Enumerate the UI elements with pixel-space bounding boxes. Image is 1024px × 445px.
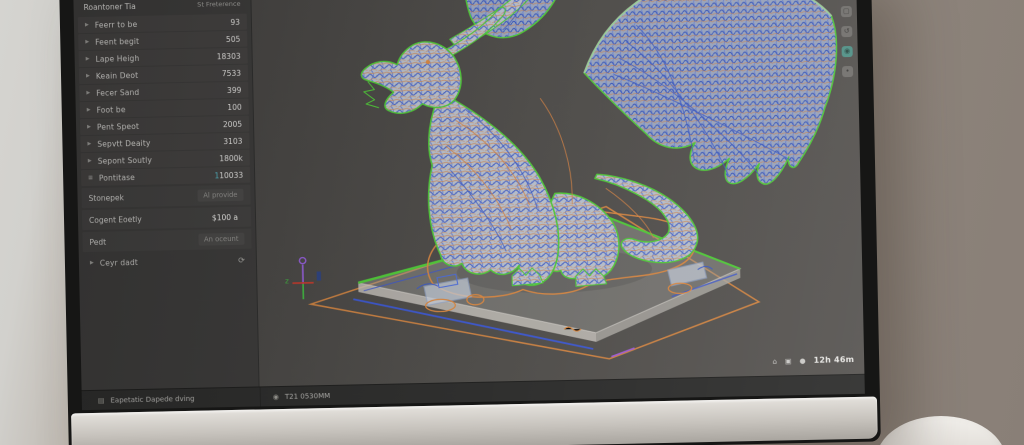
print-estimate-cluster: ⌂ ▣ ● 12h 46m bbox=[772, 355, 854, 366]
chevron-right-icon[interactable]: ▶ bbox=[85, 21, 89, 27]
status-middle: ◉ T21 0530MM bbox=[259, 385, 331, 407]
settings-sidebar: Aoudig Dassi Roantoner Tia St Freterence… bbox=[73, 0, 260, 391]
orbit-tool-icon[interactable]: ↺ bbox=[841, 25, 853, 38]
preference-link[interactable]: St Freterence bbox=[197, 0, 240, 9]
sidebar-title: Roantoner Tia bbox=[83, 1, 136, 12]
setting-group-row[interactable]: Stonepek Al provide bbox=[81, 184, 251, 209]
grid-icon: ▦ bbox=[88, 174, 93, 181]
photo-scene: Aoudig Dassi Roantoner Tia St Freterence… bbox=[0, 0, 1024, 445]
setting-label: Sepvtt Deaity bbox=[97, 138, 151, 149]
chevron-right-icon[interactable]: ▶ bbox=[87, 106, 91, 112]
setting-label: Fecer Sand bbox=[96, 87, 140, 98]
chevron-right-icon[interactable]: ▶ bbox=[90, 259, 94, 265]
group-value-button[interactable]: An oceunt bbox=[197, 232, 245, 246]
chevron-right-icon[interactable]: ▶ bbox=[88, 157, 92, 163]
status-left: ▤ Eapetatic Dapede dving bbox=[82, 393, 260, 405]
chevron-right-icon[interactable]: ▶ bbox=[86, 89, 90, 95]
setting-label: Feerr to be bbox=[94, 19, 138, 30]
setting-value[interactable]: 18303 bbox=[217, 51, 241, 60]
footer-label: Ceyr dadt bbox=[99, 257, 139, 268]
setting-row[interactable]: ▦ Pontitase 110033 bbox=[80, 166, 251, 187]
svg-text:z: z bbox=[285, 276, 289, 285]
more-tool-icon[interactable]: • bbox=[841, 65, 854, 78]
home-icon[interactable]: ⌂ bbox=[772, 357, 777, 365]
group-value-button[interactable]: Al provide bbox=[197, 188, 244, 202]
viewport-canvas[interactable]: z bbox=[251, 0, 864, 386]
dot-icon[interactable]: ● bbox=[799, 357, 805, 365]
group-label: Cogent Eoetly bbox=[88, 214, 142, 225]
setting-value[interactable]: 1800k bbox=[219, 153, 243, 162]
slicer-app-window: Aoudig Dassi Roantoner Tia St Freterence… bbox=[73, 0, 865, 411]
group-label: Pedt bbox=[89, 237, 107, 247]
filament-usage-text: T21 0530MM bbox=[284, 391, 331, 401]
monitor: Aoudig Dassi Roantoner Tia St Freterence… bbox=[59, 0, 881, 445]
setting-group-row[interactable]: Pedt An oceunt bbox=[82, 228, 252, 253]
menu-icon[interactable]: ▤ bbox=[98, 396, 105, 404]
status-left-text: Eapetatic Dapede dving bbox=[110, 394, 195, 405]
viewport-toolbar: ▢ ↺ ◉ • bbox=[840, 5, 854, 78]
filament-spool-icon: ◉ bbox=[272, 392, 279, 401]
group-label: Stonepek bbox=[88, 192, 125, 203]
chevron-right-icon[interactable]: ▶ bbox=[87, 140, 91, 146]
setting-value[interactable]: 505 bbox=[226, 34, 241, 43]
coffee-cup bbox=[876, 416, 1006, 445]
setting-label: Pent Speot bbox=[96, 121, 140, 132]
setting-value[interactable]: 7533 bbox=[222, 68, 241, 77]
frame-tool-icon[interactable]: ▢ bbox=[840, 5, 852, 18]
setting-value[interactable]: 3103 bbox=[223, 136, 242, 145]
print-time-estimate: 12h 46m bbox=[813, 354, 855, 365]
setting-label: Feent begit bbox=[95, 36, 140, 47]
setting-label: Keain Deot bbox=[95, 70, 139, 81]
chevron-right-icon[interactable]: ▶ bbox=[86, 72, 90, 78]
setting-label: Sepont Soutly bbox=[97, 155, 153, 166]
value-digits: 10033 bbox=[219, 170, 244, 180]
refresh-icon[interactable]: ⟳ bbox=[238, 255, 245, 264]
layers-icon[interactable]: ▣ bbox=[785, 357, 792, 365]
chevron-right-icon[interactable]: ▶ bbox=[86, 55, 90, 61]
footer-setting-row[interactable]: ▶ Ceyr dadt ⟳ bbox=[83, 251, 252, 273]
setting-value[interactable]: 110033 bbox=[214, 170, 243, 180]
setting-value[interactable]: 100 bbox=[227, 102, 242, 111]
axis-gizmo: z bbox=[285, 256, 322, 300]
setting-value[interactable]: 2005 bbox=[223, 119, 242, 128]
snap-tool-icon[interactable]: ◉ bbox=[841, 45, 853, 58]
viewport-3d[interactable]: z ▢ ↺ ◉ • ⌂ ▣ ● 12h 46m bbox=[251, 0, 865, 387]
group-value[interactable]: $100 a bbox=[206, 210, 244, 224]
setting-label: Pontitase bbox=[98, 172, 136, 183]
setting-label: Foot be bbox=[96, 104, 126, 115]
setting-label: Lape Heigh bbox=[95, 53, 140, 64]
setting-value[interactable]: 93 bbox=[230, 17, 240, 26]
setting-value[interactable]: 399 bbox=[227, 85, 242, 94]
setting-group-row[interactable]: Cogent Eoetly $100 a bbox=[81, 206, 252, 231]
chevron-right-icon[interactable]: ▶ bbox=[85, 38, 89, 44]
chevron-right-icon[interactable]: ▶ bbox=[87, 123, 91, 129]
dragon-model[interactable] bbox=[359, 0, 841, 291]
